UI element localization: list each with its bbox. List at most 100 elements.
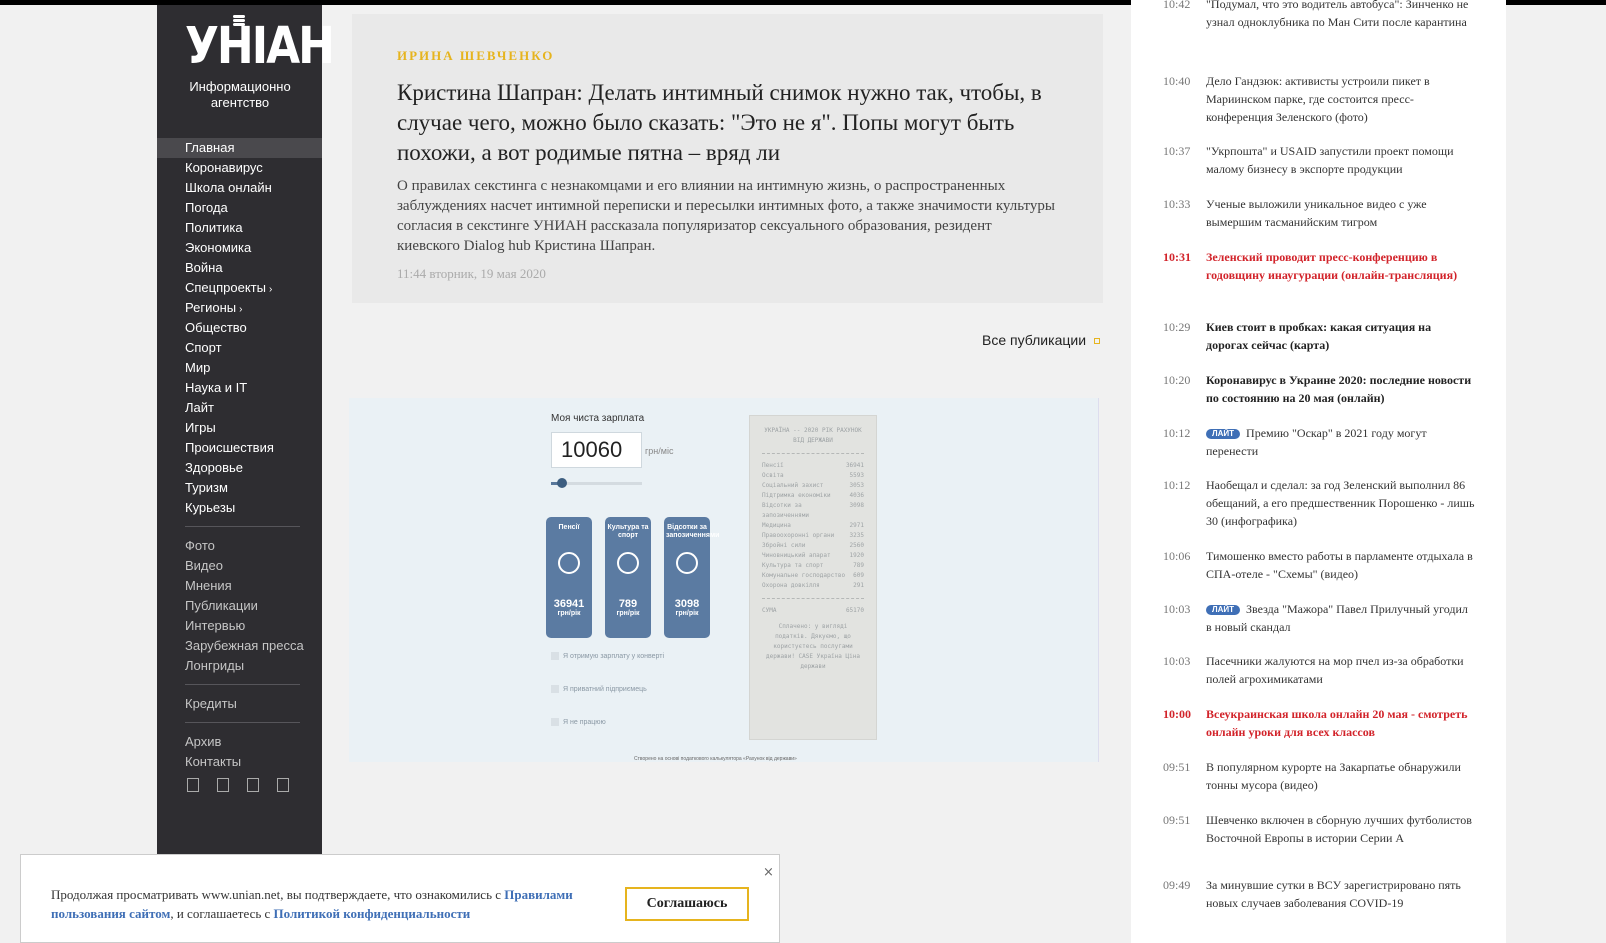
nav-item[interactable]: Спецпроекты › xyxy=(157,278,322,298)
nav-item[interactable]: Архив xyxy=(157,732,322,752)
nav-item[interactable]: Игры xyxy=(157,418,322,438)
logo-mark: УНІАН xyxy=(185,17,335,76)
nav-divider xyxy=(185,526,300,527)
news-time: 10:31 xyxy=(1163,250,1191,264)
privacy-link[interactable]: Политикой конфиденциальности xyxy=(274,906,471,921)
nav-item[interactable]: Кредиты xyxy=(157,694,322,714)
nav-item[interactable]: Регионы › xyxy=(157,298,322,318)
news-headline: Коронавирус в Украине 2020: последние но… xyxy=(1206,373,1472,405)
nav-item[interactable]: Война xyxy=(157,258,322,278)
news-item[interactable]: 10:37 "Укрпошта" и USAID запустили проект… xyxy=(1163,142,1476,178)
news-time: 09:51 xyxy=(1163,760,1191,774)
telegram-icon[interactable] xyxy=(247,778,259,792)
news-item[interactable]: 09:49 За минувшие сутки в ВСУ зарегистрир… xyxy=(1163,876,1476,912)
nav-item[interactable]: Интервью xyxy=(157,616,322,636)
nav-item[interactable]: Экономика xyxy=(157,238,322,258)
nav-item[interactable]: Лонгриды xyxy=(157,656,322,676)
youtube-icon[interactable] xyxy=(277,778,289,792)
salary-input[interactable]: 10060 xyxy=(551,432,642,468)
chevron-right-icon: › xyxy=(268,284,273,295)
facebook-icon[interactable] xyxy=(187,778,199,792)
news-item[interactable]: 10:40 Дело Гандзюк: активисты устроили пи… xyxy=(1163,72,1476,126)
nav-item[interactable]: Наука и IT xyxy=(157,378,322,398)
news-item[interactable]: 09:51 В популярном курорте на Закарпатье … xyxy=(1163,758,1476,794)
nav-item[interactable]: Мнения xyxy=(157,576,322,596)
main-nav: Главная Коронавирус Школа онлайн Погода Поли… xyxy=(157,138,322,792)
nav-item[interactable]: Коронавирус xyxy=(157,158,322,178)
close-icon[interactable]: × xyxy=(763,865,774,880)
nav-item[interactable]: Погода xyxy=(157,198,322,218)
news-time: 10:06 xyxy=(1163,549,1191,563)
news-headline: Наобещал и сделал: за год Зеленский выпо… xyxy=(1206,478,1475,528)
nav-item[interactable]: Мир xyxy=(157,358,322,378)
category-icon xyxy=(676,552,698,574)
news-headline: Пасечники жалуются на мор пчел из-за обр… xyxy=(1206,654,1464,686)
option-checkbox[interactable]: Я не працюю xyxy=(551,718,606,726)
news-item[interactable]: 10:03 ЛАЙТ Звезда "Мажора" Павел Прилучный… xyxy=(1163,600,1476,636)
news-time: 10:37 xyxy=(1163,144,1191,158)
receipt-row: Збройні сили 2560 xyxy=(762,542,864,549)
news-time: 10:03 xyxy=(1163,654,1191,668)
salary-slider-handle[interactable] xyxy=(556,478,567,488)
salary-slider[interactable] xyxy=(551,478,642,488)
nav-item[interactable]: Политика xyxy=(157,218,322,238)
news-item[interactable]: 10:00 Всеукраинская школа онлайн 20 мая -… xyxy=(1163,705,1476,741)
news-headline: Шевченко включен в сборную лучших футбол… xyxy=(1206,813,1472,845)
all-publications-link[interactable]: Все публикации xyxy=(982,332,1101,348)
article-card[interactable]: ИРИНА ШЕВЧЕНКО Кристина Шапран: Делать и… xyxy=(352,14,1103,303)
nav-item[interactable]: Курьезы xyxy=(157,498,322,518)
article-headline[interactable]: Кристина Шапран: Делать интимный снимок … xyxy=(397,78,1058,168)
logo[interactable]: УНІАН Информационно агентство xyxy=(185,15,335,111)
receipt-row: Пенсії 36941 xyxy=(762,462,864,469)
nav-item[interactable]: Видео xyxy=(157,556,322,576)
news-headline: Киев стоит в пробках: какая ситуация на … xyxy=(1206,320,1432,352)
news-item[interactable]: 10:12 ЛАЙТ Премию "Оскар" в 2021 году могу… xyxy=(1163,424,1476,460)
infographic-credit[interactable]: Створено на основі податкового калькулят… xyxy=(634,756,797,762)
article-author[interactable]: ИРИНА ШЕВЧЕНКО xyxy=(397,48,1058,64)
twitter-icon[interactable] xyxy=(217,778,229,792)
nav-item[interactable]: Спорт xyxy=(157,338,322,358)
nav-item[interactable]: Главная xyxy=(157,138,322,158)
news-time: 09:51 xyxy=(1163,813,1191,827)
receipt: УКРАЇНА -- 2020 РІК РАХУНОК ВІД ДЕРЖАВИ … xyxy=(749,415,877,740)
news-time: 10:20 xyxy=(1163,373,1191,387)
nav-item[interactable]: Происшествия xyxy=(157,438,322,458)
nav-item[interactable]: Лайт xyxy=(157,398,322,418)
light-badge: ЛАЙТ xyxy=(1206,605,1241,615)
cookie-banner: Продолжая просматривать www.unian.net, в… xyxy=(20,854,780,943)
news-time: 10:00 xyxy=(1163,707,1191,721)
news-time: 09:49 xyxy=(1163,878,1191,892)
news-item[interactable]: 10:06 Тимошенко вместо работы в парламент… xyxy=(1163,547,1476,583)
news-item[interactable]: 10:12 Наобещал и сделал: за год Зеленский… xyxy=(1163,476,1476,530)
news-item[interactable]: 09:51 Шевченко включен в сборную лучших ф… xyxy=(1163,811,1476,847)
nav-item[interactable]: Зарубежная пресса xyxy=(157,636,322,656)
news-item[interactable]: 10:20 Коронавирус в Украине 2020: последн… xyxy=(1163,371,1476,407)
option-checkbox[interactable]: Я приватний підприємець xyxy=(551,685,647,693)
news-time: 10:40 xyxy=(1163,74,1191,88)
infographic-title: Моя чиста зарплата xyxy=(551,413,645,424)
category-icon xyxy=(617,552,639,574)
accept-cookies-button[interactable]: Соглашаюсь xyxy=(625,887,749,921)
news-item[interactable]: 10:42 "Подумал, что это водитель автобуса… xyxy=(1163,0,1476,31)
receipt-row: Підтримка економіки 4036 xyxy=(762,492,864,499)
sidebar: УНІАН Информационно агентство Главная Кор… xyxy=(157,5,335,943)
nav-divider xyxy=(185,684,300,685)
option-checkbox[interactable]: Я отримую зарплату у конверті xyxy=(551,652,664,660)
news-headline: В популярном курорте на Закарпатье обнар… xyxy=(1206,760,1461,792)
news-time: 10:33 xyxy=(1163,197,1191,211)
news-item[interactable]: 10:03 Пасечники жалуются на мор пчел из-з… xyxy=(1163,652,1476,688)
nav-item[interactable]: Школа онлайн xyxy=(157,178,322,198)
nav-item[interactable]: Публикации xyxy=(157,596,322,616)
nav-item[interactable]: Общество xyxy=(157,318,322,338)
news-item[interactable]: 10:29 Киев стоит в пробках: какая ситуаци… xyxy=(1163,318,1476,354)
nav-item[interactable]: Контакты xyxy=(157,752,322,772)
news-item[interactable]: 10:33 Ученые выложили уникальное видео с … xyxy=(1163,195,1476,231)
nav-item[interactable]: Фото xyxy=(157,536,322,556)
news-item[interactable]: 10:31 Зеленский проводит пресс-конференци… xyxy=(1163,248,1476,284)
square-icon xyxy=(1094,338,1101,345)
nav-item[interactable]: Туризм xyxy=(157,478,322,498)
receipt-row: Охорона довкілля 291 xyxy=(762,582,864,589)
nav-item[interactable]: Здоровье xyxy=(157,458,322,478)
receipt-row: Медицина 2971 xyxy=(762,522,864,529)
news-feed: 10:42 "Подумал, что это водитель автобуса… xyxy=(1131,0,1506,943)
